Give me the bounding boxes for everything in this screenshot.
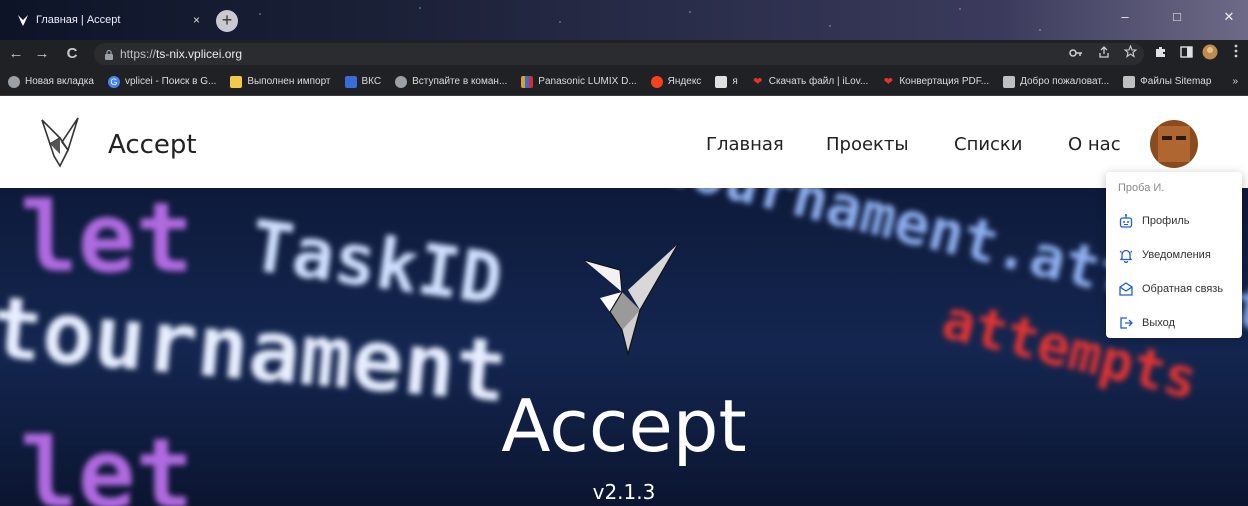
bookmark-item[interactable]: ВКС [344, 75, 381, 88]
globe-icon [8, 75, 20, 88]
menu-item-feedback[interactable]: Обратная связь [1106, 272, 1242, 306]
panasonic-icon [521, 75, 534, 88]
brand-name[interactable]: Accept [108, 130, 197, 160]
folder-icon [230, 75, 243, 88]
user-dropdown-menu: Проба И. Профиль Уведомления Обратная св… [1106, 172, 1242, 338]
site-favicon-icon [18, 15, 28, 26]
nav-link-about[interactable]: О нас [1068, 134, 1121, 155]
vks-icon [344, 75, 357, 88]
maximize-button[interactable]: □ [1160, 6, 1194, 28]
bookmark-item[interactable]: Gvplicei - Поиск в G... [107, 75, 216, 88]
nav-link-projects[interactable]: Проекты [826, 134, 909, 155]
bookmark-item[interactable]: ❤ Скачать файл | iLov... [752, 75, 868, 88]
bell-icon [1119, 249, 1133, 263]
bookmark-item[interactable]: Новая вкладка [8, 75, 94, 88]
bookmarks-bar: Новая вкладка Gvplicei - Поиск в G... Вы… [0, 68, 1248, 96]
reload-button[interactable]: C [62, 44, 82, 64]
logout-icon [1120, 317, 1133, 329]
mail-icon [1119, 282, 1133, 296]
close-window-button[interactable]: ✕ [1212, 6, 1246, 28]
back-button[interactable]: ← [6, 44, 26, 64]
robot-icon [1119, 214, 1133, 228]
nav-link-home[interactable]: Главная [706, 134, 784, 155]
tab-title: Главная | Accept [36, 14, 121, 26]
bookmark-item[interactable]: Выполнен импорт [230, 75, 331, 88]
menu-item-profile[interactable]: Профиль [1106, 204, 1242, 238]
key-icon[interactable] [1066, 44, 1086, 64]
bookmark-item[interactable]: Вступайте в коман... [395, 75, 507, 88]
heart-icon: ❤ [753, 75, 763, 88]
dropdown-username: Проба И. [1118, 182, 1165, 194]
bookmark-item[interactable]: ❤ Конвертация PDF... [882, 76, 989, 88]
bookmark-item[interactable]: Файлы Sitemap [1123, 75, 1211, 88]
site-header: Accept Главная Проекты Списки О нас [0, 96, 1248, 188]
menu-icon[interactable] [1226, 44, 1246, 64]
browser-titlebar: Главная | Accept × + – □ ✕ [0, 0, 1248, 40]
bookmark-item[interactable]: я [715, 75, 738, 88]
share-icon[interactable] [1094, 44, 1114, 64]
browser-tab[interactable]: Главная | Accept × [8, 6, 208, 34]
more-bookmarks-button[interactable]: » [1232, 76, 1248, 87]
forward-button[interactable]: → [32, 44, 52, 64]
menu-item-logout[interactable]: Выход [1106, 306, 1242, 340]
star-icon[interactable] [1120, 44, 1140, 64]
bookmark-item[interactable]: Panasonic LUMIX D... [521, 75, 637, 88]
minimize-button[interactable]: – [1108, 6, 1142, 28]
drive-icon [1003, 75, 1016, 88]
hero-title: Accept [501, 384, 747, 468]
address-bar[interactable]: https://ts-nix.vplicei.org [94, 43, 1144, 65]
lock-icon [105, 49, 113, 60]
sidebar-icon[interactable] [1176, 44, 1196, 64]
profile-icon[interactable] [1200, 44, 1220, 64]
hero-logo-icon [583, 243, 679, 357]
google-icon: G [107, 75, 120, 88]
version-label: v2.1.3 [592, 480, 656, 504]
drive-icon [1123, 75, 1136, 88]
user-avatar[interactable] [1150, 120, 1198, 168]
url-host: ts-nix.vplicei.org [156, 47, 243, 61]
page-icon [715, 75, 728, 88]
nav-link-lists[interactable]: Списки [954, 134, 1023, 155]
menu-item-notifications[interactable]: Уведомления [1106, 238, 1242, 272]
origami-bird-logo-icon[interactable] [38, 116, 84, 168]
yandex-icon [650, 75, 663, 88]
puzzle-icon[interactable] [1150, 44, 1170, 64]
hero-banner: let TaskID tournament = tournament.attem… [0, 188, 1248, 506]
new-tab-button[interactable]: + [216, 10, 238, 32]
browser-toolbar: ← → C https://ts-nix.vplicei.org [0, 40, 1248, 68]
globe-icon [395, 75, 408, 88]
code-line: let [20, 188, 194, 294]
url-scheme: https:// [120, 47, 157, 61]
bookmark-item[interactable]: Яндекс [650, 75, 701, 88]
tab-close-button[interactable]: × [193, 13, 200, 27]
heart-icon: ❤ [883, 75, 893, 88]
bookmark-item[interactable]: Добро пожаловат... [1003, 75, 1109, 88]
